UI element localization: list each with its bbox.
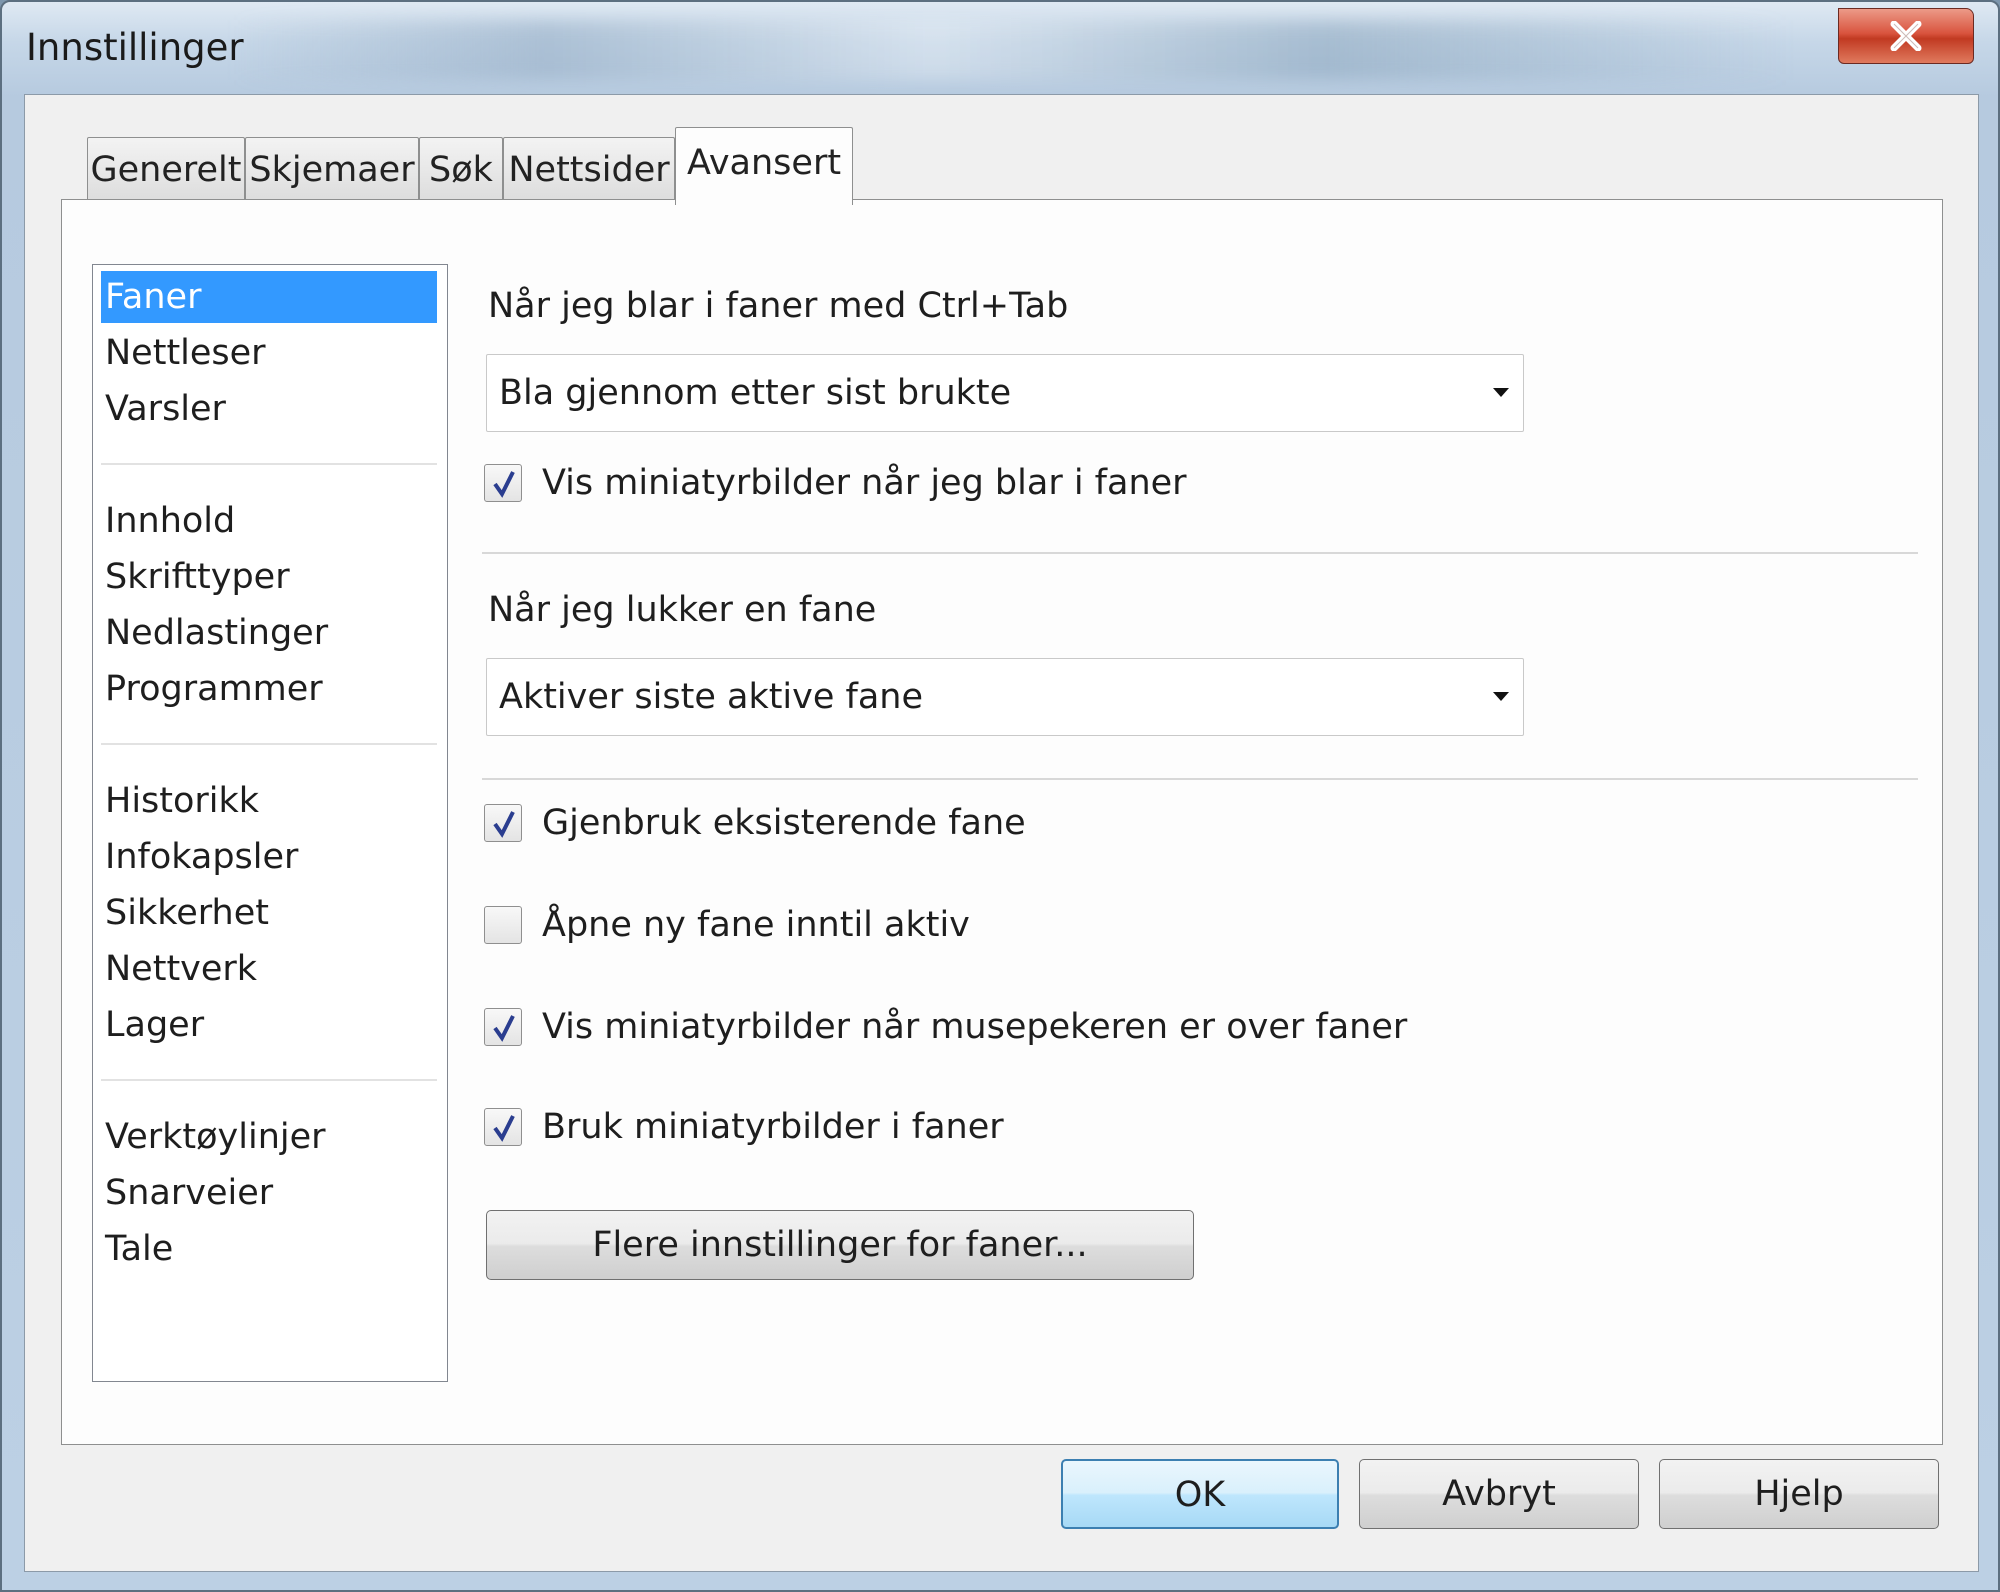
checkmark-icon: [493, 811, 515, 838]
sidebar-divider: [101, 1079, 437, 1081]
ctrl-tab-heading: Når jeg blar i faner med Ctrl+Tab: [488, 286, 1069, 326]
checkmark-icon: [493, 471, 515, 498]
tab-generelt[interactable]: Generelt: [87, 137, 245, 203]
sidebar-item-historikk[interactable]: Historikk: [101, 775, 437, 827]
close-icon: [1890, 21, 1922, 51]
reuse-tab-label: Gjenbruk eksisterende fane: [542, 803, 1026, 843]
sidebar-item-varsler[interactable]: Varsler: [101, 383, 437, 435]
show-thumbs-cycle-label: Vis miniatyrbilder når jeg blar i faner: [542, 463, 1187, 503]
tab-panel-avansert: Faner Nettleser Varsler Innhold Skriftty…: [61, 199, 1943, 1445]
ok-button[interactable]: OK: [1061, 1459, 1339, 1529]
section-divider: [482, 778, 1918, 780]
checkmark-icon: [493, 1015, 515, 1042]
tab-nettsider[interactable]: Nettsider: [503, 137, 675, 203]
close-tab-dropdown[interactable]: Aktiver siste aktive fane: [486, 658, 1524, 736]
hover-thumbs-checkbox[interactable]: [484, 1008, 522, 1046]
dialog-client-area: Generelt Skjemaer Søk Nettsider Avansert…: [24, 94, 1979, 1572]
sidebar-item-lager[interactable]: Lager: [101, 999, 437, 1051]
ctrl-tab-dropdown[interactable]: Bla gjennom etter sist brukte: [486, 354, 1524, 432]
close-tab-dropdown-value: Aktiver siste aktive fane: [499, 677, 924, 717]
tab-thumbs-checkbox[interactable]: [484, 1108, 522, 1146]
more-tab-settings-button[interactable]: Flere innstillinger for faner...: [486, 1210, 1194, 1280]
sidebar-item-nedlastinger[interactable]: Nedlastinger: [101, 607, 437, 659]
help-button[interactable]: Hjelp: [1659, 1459, 1939, 1529]
window-title: Innstillinger: [26, 26, 244, 69]
category-list[interactable]: Faner Nettleser Varsler Innhold Skriftty…: [92, 264, 448, 1382]
cancel-button[interactable]: Avbryt: [1359, 1459, 1639, 1529]
sidebar-divider: [101, 743, 437, 745]
hover-thumbs-label: Vis miniatyrbilder når musepekeren er ov…: [542, 1007, 1408, 1047]
tab-avansert[interactable]: Avansert: [675, 127, 853, 205]
sidebar-item-programmer[interactable]: Programmer: [101, 663, 437, 715]
sidebar-divider: [101, 463, 437, 465]
tab-thumbs-label: Bruk miniatyrbilder i faner: [542, 1107, 1004, 1147]
open-next-to-active-checkbox[interactable]: [484, 906, 522, 944]
sidebar-item-verktoylinjer[interactable]: Verktøylinjer: [101, 1111, 437, 1163]
sidebar-item-sikkerhet[interactable]: Sikkerhet: [101, 887, 437, 939]
sidebar-item-innhold[interactable]: Innhold: [101, 495, 437, 547]
chevron-down-icon: [1493, 692, 1509, 701]
sidebar-item-tale[interactable]: Tale: [101, 1223, 437, 1275]
chevron-down-icon: [1493, 388, 1509, 397]
close-tab-heading: Når jeg lukker en fane: [488, 590, 877, 630]
section-divider: [482, 552, 1918, 554]
titlebar-glass: [232, 20, 1792, 80]
reuse-tab-checkbox[interactable]: [484, 804, 522, 842]
ctrl-tab-dropdown-value: Bla gjennom etter sist brukte: [499, 373, 1012, 413]
sidebar-item-nettleser[interactable]: Nettleser: [101, 327, 437, 379]
open-next-to-active-label: Åpne ny fane inntil aktiv: [542, 905, 970, 945]
sidebar-item-infokapsler[interactable]: Infokapsler: [101, 831, 437, 883]
tab-sok[interactable]: Søk: [419, 137, 503, 203]
sidebar-item-skrifttyper[interactable]: Skrifttyper: [101, 551, 437, 603]
close-button[interactable]: [1838, 8, 1974, 64]
sidebar-item-nettverk[interactable]: Nettverk: [101, 943, 437, 995]
checkmark-icon: [493, 1115, 515, 1142]
sidebar-item-faner[interactable]: Faner: [101, 271, 437, 323]
settings-window: Innstillinger Generelt Skjemaer Søk Nett…: [0, 0, 2000, 1592]
show-thumbs-cycle-checkbox[interactable]: [484, 464, 522, 502]
tab-skjemaer[interactable]: Skjemaer: [245, 137, 419, 203]
sidebar-item-snarveier[interactable]: Snarveier: [101, 1167, 437, 1219]
